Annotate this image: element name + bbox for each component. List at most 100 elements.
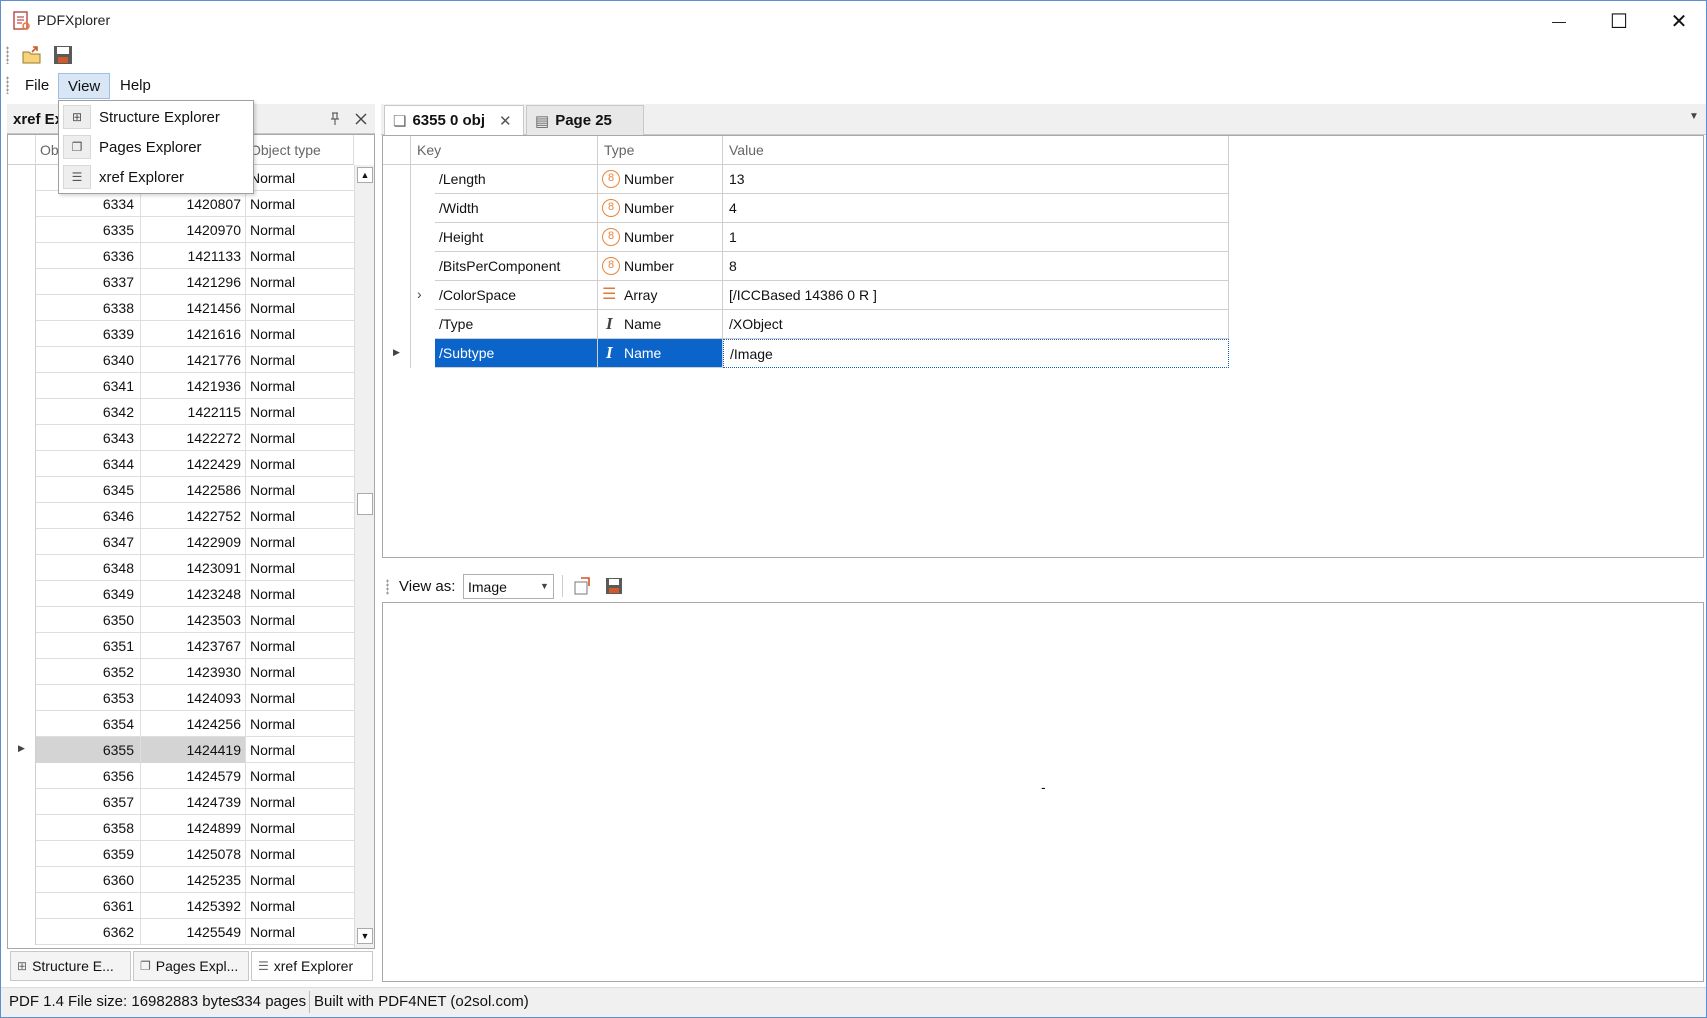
open-file-icon[interactable] (21, 44, 43, 66)
pin-icon[interactable] (328, 112, 342, 126)
table-row[interactable]: ▶ 6355 1424419 Normal (8, 737, 354, 763)
table-row[interactable]: 6342 1422115 Normal (8, 399, 354, 425)
col-type-header[interactable]: Object type (246, 135, 354, 165)
tab-xref-explorer[interactable]: ☰ xref Explorer (251, 951, 373, 981)
type-label: Number (624, 200, 674, 216)
tab-close-icon[interactable]: ✕ (499, 112, 512, 130)
value-cell[interactable]: 4 (723, 194, 1229, 223)
menu-item-structure-explorer[interactable]: ⊞ Structure Explorer (61, 103, 251, 131)
vertical-scrollbar[interactable]: ▲ ▼ (354, 165, 374, 948)
value-cell[interactable]: 1 (723, 223, 1229, 252)
col-value-header[interactable]: Value (723, 136, 1229, 165)
toolbar-grip[interactable] (6, 46, 9, 64)
table-row[interactable]: 6348 1423091 Normal (8, 555, 354, 581)
table-row[interactable]: 6361 1425392 Normal (8, 893, 354, 919)
offset-cell: 1420807 (141, 191, 246, 217)
maximize-button[interactable]: ☐ (1589, 1, 1649, 41)
table-row[interactable]: 6352 1423930 Normal (8, 659, 354, 685)
table-row[interactable]: 6357 1424739 Normal (8, 789, 354, 815)
table-row[interactable]: 6338 1421456 Normal (8, 295, 354, 321)
viewbar-grip[interactable] (386, 579, 389, 595)
menu-file[interactable]: File (16, 73, 58, 99)
key-cell: /Width (435, 194, 598, 223)
obj-number-cell: 6343 (36, 425, 141, 451)
menu-item-xref-explorer[interactable]: ☰ xref Explorer (61, 163, 251, 191)
col-key-header[interactable]: Key (411, 136, 598, 165)
table-row[interactable]: 6341 1421936 Normal (8, 373, 354, 399)
value-cell[interactable]: 13 (723, 165, 1229, 194)
table-row[interactable]: 6349 1423248 Normal (8, 581, 354, 607)
type-cell: Normal (250, 222, 296, 238)
offset-cell: 1422586 (141, 477, 246, 503)
table-row[interactable]: 6346 1422752 Normal (8, 503, 354, 529)
table-row[interactable]: 6339 1421616 Normal (8, 321, 354, 347)
save-icon[interactable] (52, 44, 74, 66)
expander[interactable]: › (411, 281, 435, 310)
col-type-header[interactable]: Type (598, 136, 723, 165)
table-row[interactable]: 6334 1420807 Normal (8, 191, 354, 217)
property-row[interactable]: /Width 8 Number 4 (383, 194, 1229, 223)
table-row[interactable]: 6350 1423503 Normal (8, 607, 354, 633)
save-image-icon[interactable] (604, 576, 624, 596)
key-cell: /Height (435, 223, 598, 252)
chevron-right-icon[interactable]: › (417, 286, 422, 302)
table-row[interactable]: 6359 1425078 Normal (8, 841, 354, 867)
chevron-down-icon: ▼ (540, 581, 549, 591)
table-row[interactable]: 6337 1421296 Normal (8, 269, 354, 295)
property-row[interactable]: › /ColorSpace ☰ Array [/ICCBased 14386 0 R ] (383, 281, 1229, 310)
scroll-thumb[interactable] (357, 493, 373, 515)
property-row[interactable]: /Height 8 Number 1 (383, 223, 1229, 252)
table-row[interactable]: 6340 1421776 Normal (8, 347, 354, 373)
table-row[interactable]: 6351 1423767 Normal (8, 633, 354, 659)
property-row[interactable]: /BitsPerComponent 8 Number 8 (383, 252, 1229, 281)
maximize-icon: ☐ (1610, 10, 1628, 33)
tab-pages-explorer[interactable]: ❐ Pages Expl... (133, 951, 249, 981)
table-row[interactable]: 6345 1422586 Normal (8, 477, 354, 503)
table-row[interactable]: 6344 1422429 Normal (8, 451, 354, 477)
table-row[interactable]: 6336 1421133 Normal (8, 243, 354, 269)
menu-help[interactable]: Help (111, 73, 160, 99)
property-grid: Key Type Value /Length 8 Number 13/Width 8 Nu… (382, 135, 1704, 558)
table-row[interactable]: 6347 1422909 Normal (8, 529, 354, 555)
export-icon[interactable] (572, 576, 592, 596)
tabs-dropdown-icon[interactable]: ▼ (1689, 111, 1699, 122)
tab-structure-explorer[interactable]: ⊞ Structure E... (10, 951, 131, 981)
table-row[interactable]: 6356 1424579 Normal (8, 763, 354, 789)
view-as-select[interactable]: Image ▼ (463, 574, 554, 599)
table-row[interactable]: 6362 1425549 Normal (8, 919, 354, 945)
minimize-button[interactable]: — (1529, 1, 1589, 41)
scroll-up-icon[interactable]: ▲ (357, 167, 373, 183)
value-cell[interactable]: /Image (723, 339, 1229, 368)
type-cell: Normal (250, 326, 296, 342)
table-row[interactable]: 6353 1424093 Normal (8, 685, 354, 711)
offset-cell: 1425078 (141, 841, 246, 867)
tab-page-25[interactable]: ▤ Page 25 (526, 105, 644, 135)
property-row[interactable]: /Length 8 Number 13 (383, 165, 1229, 194)
type-cell: Normal (250, 274, 296, 290)
row-indicator (8, 451, 36, 477)
structure-icon: ⊞ (63, 105, 91, 129)
offset-cell: 1423767 (141, 633, 246, 659)
close-button[interactable]: ✕ (1649, 1, 1707, 41)
type-label: Array (624, 287, 658, 303)
menu-item-pages-explorer[interactable]: ❐ Pages Explorer (61, 133, 251, 161)
row-indicator (8, 243, 36, 269)
table-row[interactable]: 6343 1422272 Normal (8, 425, 354, 451)
table-row[interactable]: 6354 1424256 Normal (8, 711, 354, 737)
table-row[interactable]: 6360 1425235 Normal (8, 867, 354, 893)
tab-object-6355[interactable]: ❏ 6355 0 obj ✕ (384, 105, 524, 135)
property-row[interactable]: ▶ /Subtype I Name/Image (383, 339, 1229, 368)
type-cell: Normal (250, 846, 296, 862)
scroll-down-icon[interactable]: ▼ (357, 928, 373, 944)
value-cell[interactable]: 8 (723, 252, 1229, 281)
panel-close-icon[interactable] (354, 112, 368, 126)
menu-view[interactable]: View (58, 73, 111, 99)
property-row[interactable]: /Type I Name/XObject (383, 310, 1229, 339)
value-cell[interactable]: [/ICCBased 14386 0 R ] (723, 281, 1229, 310)
offset-cell: 1423248 (141, 581, 246, 607)
table-row[interactable]: 6335 1420970 Normal (8, 217, 354, 243)
value-cell[interactable]: /XObject (723, 310, 1229, 339)
row-indicator (8, 529, 36, 555)
table-row[interactable]: 6358 1424899 Normal (8, 815, 354, 841)
menubar-grip[interactable] (6, 76, 9, 94)
